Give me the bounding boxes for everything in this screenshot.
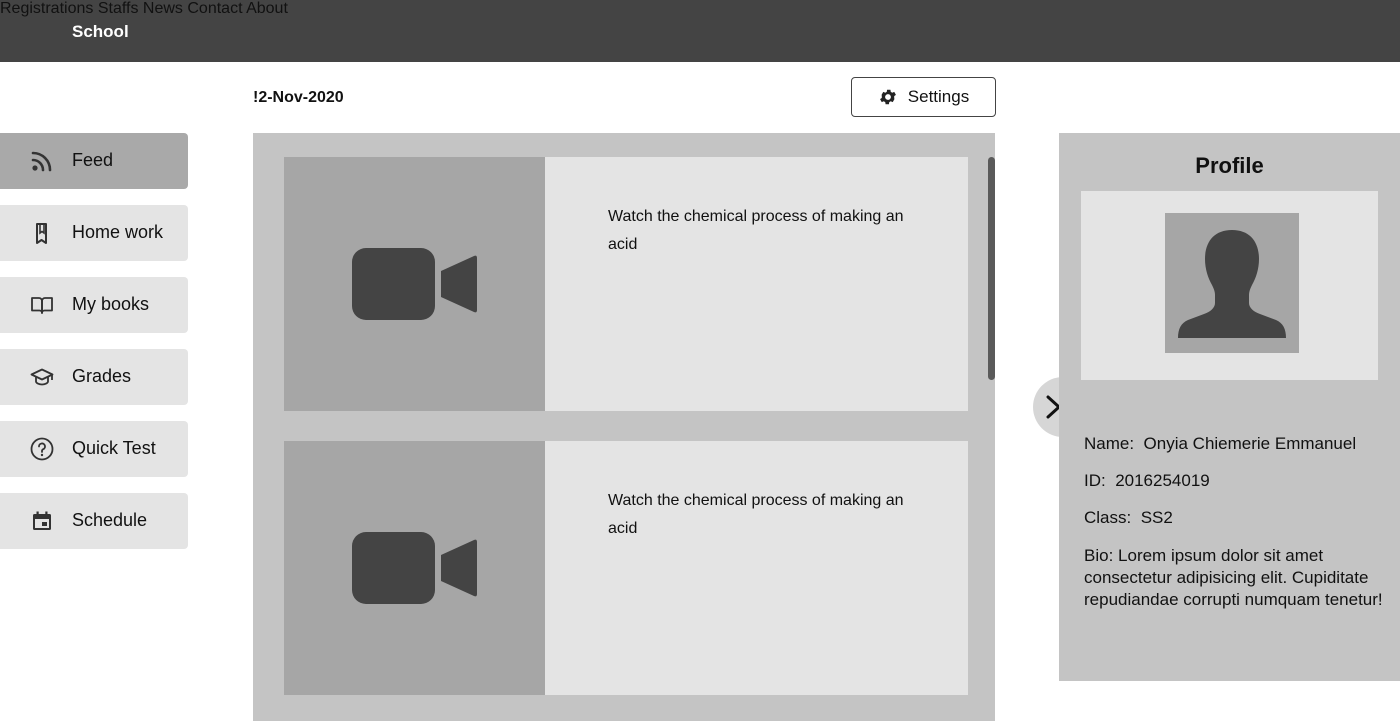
avatar (1165, 213, 1299, 353)
sidebar-item-label: My books (72, 294, 150, 314)
sidebar-item-label: Quick Test (72, 438, 156, 458)
sidebar-item-home-work[interactable]: Home work (0, 205, 188, 261)
profile-id-row: ID: 2016254019 (1084, 471, 1210, 491)
bio-value: Lorem ipsum dolor sit amet consectetur a… (1084, 546, 1383, 609)
sidebar-item-label: Grades (72, 366, 132, 386)
sidebar-item-quick-test[interactable]: Quick Test (0, 421, 188, 477)
gear-icon (879, 89, 896, 105)
video-camera-icon (351, 532, 477, 604)
nav-news[interactable]: News (143, 0, 183, 17)
bio-label: Bio: (1084, 546, 1114, 565)
id-label: ID: (1084, 471, 1106, 490)
class-label: Class: (1084, 508, 1132, 527)
nav-staffs[interactable]: Staffs (98, 0, 139, 17)
avatar-frame (1081, 191, 1378, 380)
sidebar-item-label: Schedule (72, 510, 148, 530)
profile-title: Profile (1195, 153, 1264, 178)
user-silhouette-icon (1178, 230, 1286, 338)
sidebar-item-label: Home work (72, 222, 164, 242)
brand-logo-text[interactable]: School (72, 22, 129, 42)
profile-class-row: Class: SS2 (1084, 508, 1173, 528)
name-label: Name: (1084, 434, 1135, 453)
class-value: SS2 (1140, 508, 1173, 527)
calendar-icon (33, 511, 51, 530)
profile-name-row: Name: Onyia Chiemerie Emmanuel (1084, 434, 1356, 454)
id-value: 2016254019 (1115, 471, 1210, 490)
bookmark-icon (36, 223, 47, 244)
feed-scrollbar[interactable] (988, 157, 995, 380)
feed-card-text: Watch the chemical process of making an … (608, 492, 904, 537)
nav-about[interactable]: About (246, 0, 288, 17)
feed-card[interactable]: Watch the chemical process of making an … (284, 157, 968, 411)
top-navbar: School Registrations Staffs News Contact… (0, 0, 1400, 62)
current-date: !2-Nov-2020 (253, 89, 344, 106)
question-icon (30, 437, 54, 461)
nav-contact[interactable]: Contact (187, 0, 242, 17)
settings-label: Settings (907, 87, 970, 106)
video-thumbnail[interactable] (284, 157, 545, 411)
profile-panel: Profile Name: Onyia Chiemerie Emmanuel I… (1059, 133, 1400, 681)
sidebar-item-schedule[interactable]: Schedule (0, 493, 188, 549)
sidebar-item-grades[interactable]: Grades (0, 349, 188, 405)
settings-button[interactable]: Settings (851, 77, 996, 117)
feed-panel[interactable]: Watch the chemical process of making an … (253, 133, 995, 721)
sidebar-item-label: Feed (72, 150, 114, 170)
feed-card-text: Watch the chemical process of making an … (608, 208, 904, 253)
profile-bio: Bio: Lorem ipsum dolor sit amet consecte… (1084, 545, 1384, 611)
video-thumbnail[interactable] (284, 441, 545, 695)
name-value: Onyia Chiemerie Emmanuel (1143, 434, 1357, 453)
book-icon (31, 297, 53, 314)
rss-icon (31, 151, 52, 172)
nav-registrations[interactable]: Registrations (0, 0, 93, 17)
graduation-cap-icon (30, 368, 54, 386)
feed-card[interactable]: Watch the chemical process of making an … (284, 441, 968, 695)
sidebar-item-feed[interactable]: Feed (0, 133, 188, 189)
sidebar-item-my-books[interactable]: My books (0, 277, 188, 333)
video-camera-icon (351, 248, 477, 320)
